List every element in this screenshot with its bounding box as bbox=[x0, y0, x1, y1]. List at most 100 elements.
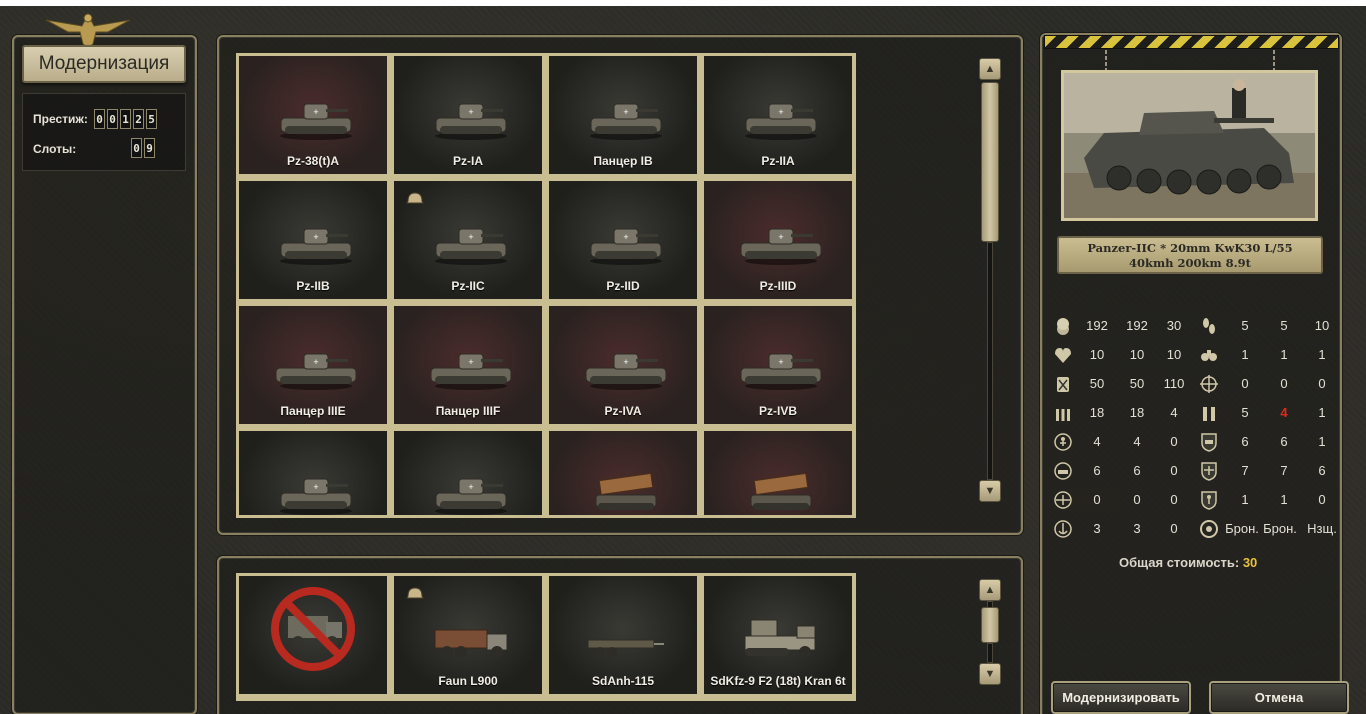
transport-name: SdAnh-115 bbox=[591, 674, 654, 688]
unit-name: Pz-IVA bbox=[604, 404, 642, 418]
tank-icon: + bbox=[276, 353, 356, 390]
spec-value: 50 bbox=[1129, 376, 1145, 391]
soft-attack-icon bbox=[1054, 433, 1072, 451]
transport-scroll-down-button[interactable]: ▼ bbox=[979, 663, 1001, 685]
spec-row: 50 50 110 0 0 0 bbox=[1050, 371, 1340, 399]
tank-icon: + bbox=[280, 478, 352, 515]
spec-value: 0 bbox=[1170, 434, 1178, 449]
scroll-down-button[interactable]: ▼ bbox=[979, 480, 1001, 502]
spec-value: 10 bbox=[1129, 347, 1145, 362]
transport-card[interactable]: SdAnh-115 bbox=[549, 576, 697, 694]
fuel-icon bbox=[1057, 377, 1069, 392]
unit-name: Pz-IIB bbox=[296, 279, 330, 293]
tank-icon: + bbox=[590, 228, 662, 265]
spec-value: 0 bbox=[1318, 376, 1326, 391]
naval-attack-icon bbox=[1054, 520, 1072, 538]
spec-row: 3 3 0 Брон. Брон. Нзщ. bbox=[1050, 516, 1340, 544]
unit-description: Panzer-IIC * 20mm KwK30 L/55 40kmh 200km… bbox=[1057, 236, 1323, 274]
spec-value: Нзщ. bbox=[1307, 521, 1337, 536]
unit-card[interactable]: + Панцер IB bbox=[549, 56, 697, 174]
coins-icon bbox=[1057, 318, 1069, 335]
tank-icon: + bbox=[590, 103, 662, 140]
total-cost-value: 30 bbox=[1242, 555, 1258, 570]
unit-card[interactable]: + Pz-IIID bbox=[704, 181, 852, 299]
unit-card[interactable]: + Pz-38(t)A bbox=[239, 56, 387, 174]
upgrade-button[interactable]: Модернизировать bbox=[1051, 681, 1191, 714]
spec-row: 18 18 4 5 4 1 bbox=[1050, 400, 1340, 428]
spec-value: 1 bbox=[1318, 405, 1326, 420]
heart-icon bbox=[1055, 348, 1071, 363]
unit-card[interactable]: + Pz-IVB bbox=[704, 306, 852, 424]
prestige-digit: 5 bbox=[146, 109, 157, 129]
unit-card[interactable] bbox=[549, 431, 697, 515]
spec-value: 10 bbox=[1314, 318, 1330, 333]
slots-digit: 0 bbox=[131, 138, 142, 158]
hard-attack-icon bbox=[1054, 462, 1072, 480]
transport-scrollbar[interactable]: ▲ ▼ bbox=[979, 579, 1001, 685]
unit-card[interactable] bbox=[704, 431, 852, 515]
spec-value: 1 bbox=[1241, 492, 1249, 507]
slots-digit: 9 bbox=[144, 138, 155, 158]
prestige-digit: 1 bbox=[120, 109, 131, 129]
transport-card[interactable]: SdKfz-9 F2 (18t) Kran 6t bbox=[704, 576, 852, 694]
spec-value: 4 bbox=[1280, 405, 1288, 420]
transport-scroll-thumb[interactable] bbox=[981, 607, 999, 643]
spec-value: 6 bbox=[1093, 463, 1101, 478]
unit-card[interactable]: + Pz-IVA bbox=[549, 306, 697, 424]
spec-value: 3 bbox=[1133, 521, 1141, 536]
spec-value: 4 bbox=[1093, 434, 1101, 449]
spec-value: 0 bbox=[1280, 376, 1288, 391]
unit-card[interactable]: + Pz-IIB bbox=[239, 181, 387, 299]
no-transport-card[interactable] bbox=[239, 576, 387, 694]
binoculars-icon bbox=[1201, 350, 1217, 361]
tank-icon: + bbox=[280, 228, 352, 265]
cancel-button[interactable]: Отмена bbox=[1209, 681, 1349, 714]
prestige-digit: 0 bbox=[94, 109, 105, 129]
unit-name: Панцер IIIE bbox=[280, 404, 346, 418]
unit-name: Pz-IIA bbox=[761, 154, 795, 168]
prestige-digit: 0 bbox=[107, 109, 118, 129]
footprints-icon bbox=[1203, 318, 1215, 334]
top-bar bbox=[0, 0, 1366, 6]
spec-value: 4 bbox=[1170, 405, 1178, 420]
air-attack-icon bbox=[1054, 491, 1072, 509]
svg-text:+: + bbox=[623, 357, 628, 367]
unit-card[interactable]: + bbox=[239, 431, 387, 515]
spec-value: 0 bbox=[1170, 492, 1178, 507]
transport-card[interactable]: Faun L900 bbox=[394, 576, 542, 694]
unit-card[interactable]: + Pz-IIA bbox=[704, 56, 852, 174]
spec-value: 3 bbox=[1093, 521, 1101, 536]
prestige-digit: 2 bbox=[133, 109, 144, 129]
unit-card[interactable]: + Панцер IIIF bbox=[394, 306, 542, 424]
spec-value: 7 bbox=[1280, 463, 1288, 478]
unit-photo bbox=[1061, 70, 1318, 221]
unit-card[interactable]: + Панцер IIIE bbox=[239, 306, 387, 424]
shells-icon bbox=[1203, 407, 1215, 421]
unit-card[interactable]: + Pz-IIC bbox=[394, 181, 542, 299]
spec-value: 0 bbox=[1133, 492, 1141, 507]
spec-row: 10 10 10 1 1 1 bbox=[1050, 342, 1340, 370]
spec-value: 0 bbox=[1093, 492, 1101, 507]
spec-value: Брон. bbox=[1225, 521, 1259, 536]
unit-scrollbar[interactable]: ▲ ▼ bbox=[979, 58, 1001, 502]
transport-scroll-up-button[interactable]: ▲ bbox=[979, 579, 1001, 601]
svg-text:+: + bbox=[778, 107, 783, 117]
spec-value: 1 bbox=[1280, 347, 1288, 362]
spec-value: 6 bbox=[1241, 434, 1249, 449]
spec-value: 5 bbox=[1241, 318, 1249, 333]
infantry-defense-icon bbox=[1201, 491, 1217, 510]
svg-text:+: + bbox=[468, 232, 473, 242]
unit-card[interactable]: + Pz-IID bbox=[549, 181, 697, 299]
unit-card[interactable]: + Pz-IA bbox=[394, 56, 542, 174]
spec-value: 192 bbox=[1126, 318, 1148, 333]
unit-name: Pz-IID bbox=[606, 279, 640, 293]
spec-value: 110 bbox=[1163, 376, 1185, 391]
scroll-thumb[interactable] bbox=[981, 82, 999, 242]
spec-value: 0 bbox=[1318, 492, 1326, 507]
prestige-label: Престиж: bbox=[33, 112, 88, 126]
tank-icon: + bbox=[431, 353, 511, 390]
crane-halftrack-icon bbox=[744, 619, 816, 658]
scroll-up-button[interactable]: ▲ bbox=[979, 58, 1001, 80]
unit-card[interactable]: + bbox=[394, 431, 542, 515]
slots-label: Слоты: bbox=[33, 142, 77, 156]
